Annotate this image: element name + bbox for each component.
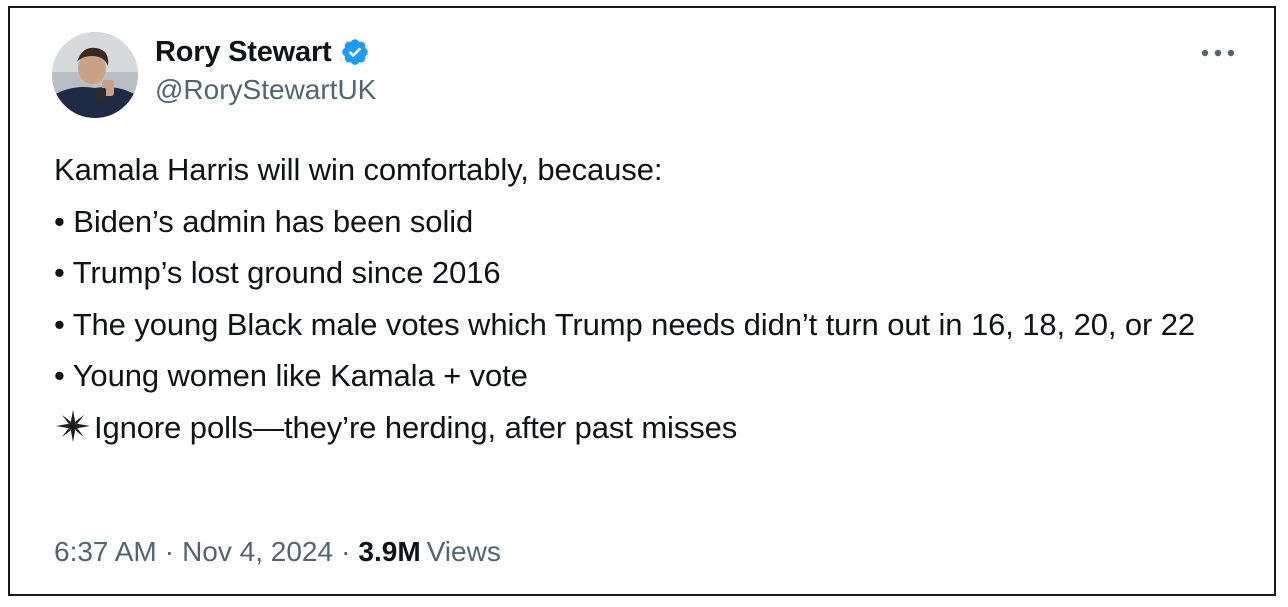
tweet-text: Kamala Harris will win comfortably, beca… — [54, 144, 1244, 453]
more-options-button[interactable] — [1198, 38, 1238, 68]
tweet-line: • Biden’s admin has been solid — [54, 203, 474, 239]
tweet-line: • The young Black male votes which Trump… — [54, 306, 1196, 342]
more-horizontal-icon — [1201, 49, 1235, 57]
verified-badge-icon — [340, 37, 370, 67]
tweet-line-text: Ignore polls—they’re herding, after past… — [94, 409, 738, 445]
tweet-time[interactable]: 6:37 AM — [54, 536, 157, 568]
author-name-row: Rory Stewart — [155, 32, 370, 72]
tweet-date[interactable]: Nov 4, 2024 — [182, 536, 333, 568]
sparkle-icon — [54, 407, 92, 442]
author-display-name[interactable]: Rory Stewart — [155, 36, 332, 69]
meta-separator: · — [164, 536, 175, 567]
tweet-card: Rory Stewart @RoryStewartUK Kamala Harri… — [8, 6, 1276, 596]
avatar-photo — [52, 32, 138, 118]
tweet-line: • Trump’s lost ground since 2016 — [54, 255, 501, 290]
meta-separator: · — [341, 536, 351, 567]
tweet-line: Kamala Harris will win comfortably, beca… — [54, 152, 663, 187]
views-label: Views — [426, 536, 501, 567]
author-handle[interactable]: @RoryStewartUK — [155, 74, 376, 106]
tweet-meta: 6:37 AM · Nov 4, 2024 · 3.9M Views — [54, 536, 501, 568]
views-count[interactable]: 3.9M — [358, 536, 420, 568]
avatar[interactable] — [52, 32, 138, 118]
tweet-line: • Young women like Kamala + vote — [54, 358, 528, 393]
tweet-line-sparkle: Ignore polls—they’re herding, after past… — [54, 402, 1244, 454]
